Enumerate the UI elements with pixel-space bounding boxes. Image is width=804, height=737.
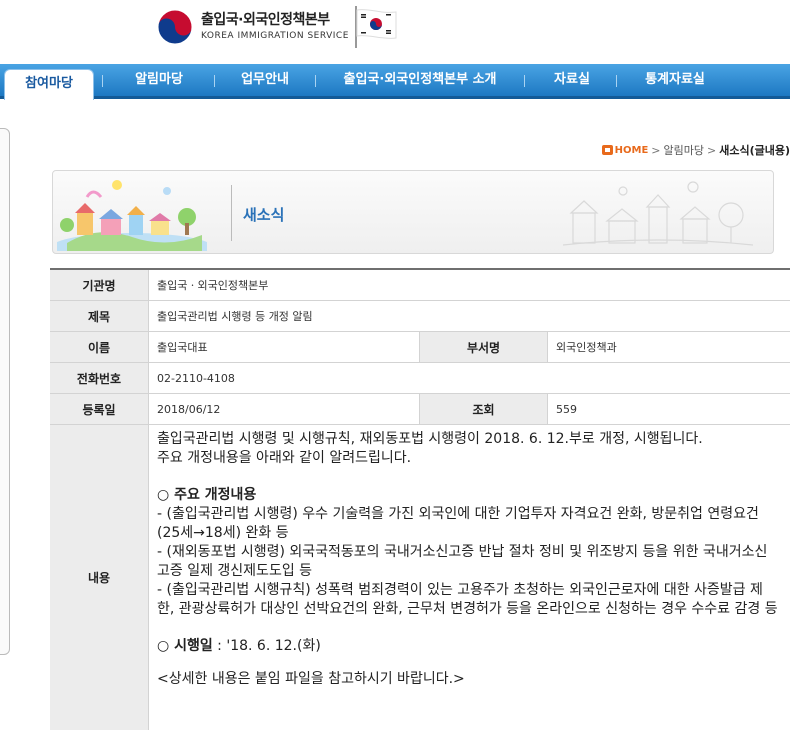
content-bullet-1: - (출입국관리법 시행령) 우수 기술력을 가진 외국인에 대한 기업투자 자… (157, 506, 759, 541)
breadcrumb-separator: > (707, 143, 717, 157)
effective-date-label: ○ 시행일 (157, 638, 213, 654)
row-name-dept: 이름 출입국대표 부서명 외국인정책과 (50, 332, 790, 363)
nav-separator (524, 75, 525, 87)
org-name-en: KOREA IMMIGRATION SERVICE (201, 31, 349, 41)
breadcrumb: HOME > 알림마당 > 새소식(글내용) (601, 142, 790, 158)
breadcrumb-current: 새소식(글내용) (719, 144, 790, 157)
row-title: 제목 출입국관리법 시행령 등 개정 알림 (50, 301, 790, 332)
nav-item-statistics[interactable]: 통계자료실 (630, 64, 720, 96)
nav-item-services[interactable]: 업무안내 (226, 64, 304, 96)
home-icon[interactable] (601, 145, 613, 155)
nav-item-about[interactable]: 출입국·외국인정책본부 소개 (330, 64, 510, 96)
breadcrumb-separator: > (651, 143, 661, 157)
taegeuk-emblem-icon (157, 9, 193, 45)
title-label: 제목 (50, 301, 148, 331)
town-illustration-icon (57, 180, 207, 251)
breadcrumb-home[interactable]: HOME (615, 145, 649, 156)
agency-value: 출입국ㆍ외국인정책본부 (148, 270, 790, 300)
site-logo[interactable]: 출입국·외국인정책본부 KOREA IMMIGRATION SERVICE (155, 6, 349, 48)
agency-label: 기관명 (50, 270, 148, 300)
nav-separator (315, 75, 316, 87)
org-name: 출입국·외국인정책본부 (201, 12, 330, 28)
content-label: 내용 (50, 425, 148, 730)
content-bullet-2: - (재외동포법 시행령) 외국국적동포의 국내거소신고증 반납 절차 정비 및… (157, 544, 768, 579)
post-content: 출입국관리법 시행령 및 시행규칙, 재외동포법 시행령이 2018. 6. 1… (148, 425, 790, 730)
row-date-views: 등록일 2018/06/12 조회 559 (50, 394, 790, 425)
name-label: 이름 (50, 332, 148, 362)
row-phone: 전화번호 02-2110-4108 (50, 363, 790, 394)
nav-item-participation[interactable]: 참여마당 (4, 69, 94, 100)
views-value: 559 (547, 394, 790, 424)
nav-separator (102, 75, 103, 87)
row-content: 내용 출입국관리법 시행령 및 시행규칙, 재외동포법 시행령이 2018. 6… (50, 425, 790, 730)
content-effective-date: ○ 시행일 : '18. 6. 12.(화) (157, 637, 780, 656)
author-name: 출입국대표 (148, 332, 419, 362)
nav-separator (214, 75, 215, 87)
phone-value: 02-2110-4108 (148, 363, 790, 393)
date-value: 2018/06/12 (148, 394, 419, 424)
content-closing: <상세한 내용은 붙임 파일을 참고하시기 바랍니다.> (157, 671, 465, 687)
date-label: 등록일 (50, 394, 148, 424)
content-intro-2: 주요 개정내용을 아래와 같이 알려드립니다. (157, 450, 412, 466)
breadcrumb-notice[interactable]: 알림마당 (664, 142, 704, 158)
phone-label: 전화번호 (50, 363, 148, 393)
nav-item-notice[interactable]: 알림마당 (116, 64, 202, 96)
nav-item-library[interactable]: 자료실 (540, 64, 604, 96)
content-bullet-3: - (출입국관리법 시행규칙) 성폭력 범죄경력이 있는 고용주가 초청하는 외… (157, 582, 778, 617)
content-intro-1: 출입국관리법 시행령 및 시행규칙, 재외동포법 시행령이 2018. 6. 1… (157, 431, 703, 447)
dept-label: 부서명 (419, 332, 547, 362)
dept-value: 외국인정책과 (547, 332, 790, 362)
row-agency: 기관명 출입국ㆍ외국인정책본부 (50, 268, 790, 301)
left-sidebar-panel (0, 128, 10, 655)
post-title: 출입국관리법 시행령 등 개정 알림 (148, 301, 790, 331)
page-title: 새소식 (243, 206, 285, 224)
town-outline-icon (563, 181, 753, 246)
page-banner: 새소식 (52, 170, 774, 254)
post-detail-table: 기관명 출입국ㆍ외국인정책본부 제목 출입국관리법 시행령 등 개정 알림 이름… (50, 268, 790, 730)
korean-flag-icon (355, 6, 397, 48)
nav-separator (616, 75, 617, 87)
main-nav: 참여마당 알림마당 업무안내 출입국·외국인정책본부 소개 자료실 통계자료실 (0, 64, 790, 100)
views-label: 조회 (419, 394, 547, 424)
content-section-title: ○ 주요 개정내용 (157, 487, 257, 503)
effective-date-value: : '18. 6. 12.(화) (212, 638, 321, 654)
banner-divider (231, 185, 232, 241)
